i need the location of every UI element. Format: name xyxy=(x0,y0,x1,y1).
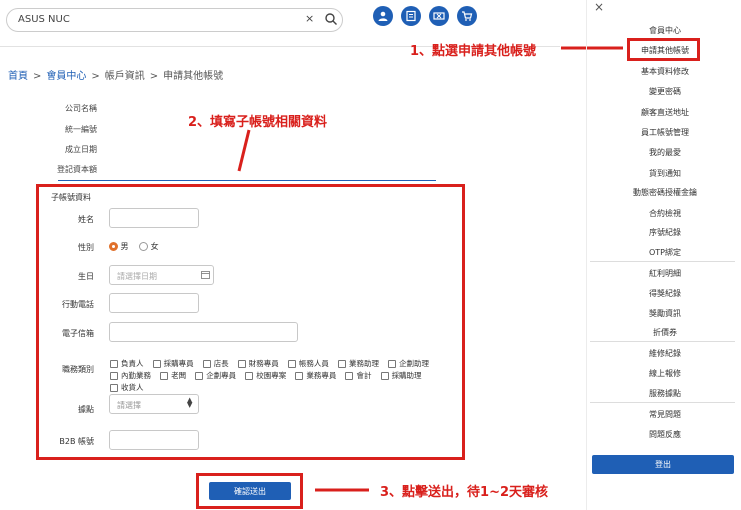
sidebar-item-awards[interactable]: 得獎紀錄 xyxy=(590,288,740,299)
sidebar-item-contracts[interactable]: 合約檢視 xyxy=(590,208,740,219)
gender-radio-group: 男 女 xyxy=(109,241,159,252)
sidebar-item-rewards[interactable]: 獎勵資訊 xyxy=(590,308,740,319)
sidebar-item-service-locations[interactable]: 服務據點 xyxy=(590,388,740,399)
info-divider xyxy=(58,180,436,181)
sidebar-item-feedback[interactable]: 問題反應 xyxy=(590,429,740,440)
chevron-right-icon: > xyxy=(149,71,159,82)
sidebar-item-otp-bind[interactable]: OTP綁定 xyxy=(590,247,740,258)
job-checkbox[interactable]: 校園專案 xyxy=(245,371,286,380)
birthday-label: 生日 xyxy=(78,272,94,281)
job-checkbox[interactable]: 收貨人 xyxy=(110,383,144,392)
mobile-label: 行動電話 xyxy=(62,300,94,309)
sidebar-item-otp-key[interactable]: 動態密碼授權金鑰 xyxy=(590,187,740,198)
step3-annotation: 3、點擊送出，待1~2天審核 xyxy=(380,485,549,500)
form-title: 子帳號資料 xyxy=(51,193,91,202)
male-label: 男 xyxy=(120,242,129,251)
chevron-right-icon: > xyxy=(91,71,100,82)
document-icon[interactable] xyxy=(401,6,421,26)
step2-arrow xyxy=(237,129,251,172)
location-label: 據點 xyxy=(78,405,94,414)
search-input[interactable]: ASUS NUC xyxy=(18,14,70,25)
coupon-icon[interactable] xyxy=(429,6,449,26)
sidebar-item-bonus[interactable]: 紅利明細 xyxy=(590,268,740,279)
b2b-input[interactable] xyxy=(109,430,199,450)
breadcrumb-current: 申請其他帳號 xyxy=(163,71,224,82)
checkbox-icon[interactable] xyxy=(110,384,118,392)
job-options-row2: 內勤業務 老闆 企劃專員 校園專案 業務專員 會計 採購助理 xyxy=(110,363,422,382)
cart-icon[interactable] xyxy=(457,6,477,26)
sidebar-divider xyxy=(590,261,735,262)
job-options-row3: 收貨人 xyxy=(110,375,144,394)
birthday-placeholder: 請選擇日期 xyxy=(117,272,157,281)
job-checkbox[interactable]: 會計 xyxy=(345,371,371,380)
tax-id-label: 統一編號 xyxy=(65,125,97,134)
sidebar-border xyxy=(586,0,587,510)
job-category-label: 職務類別 xyxy=(62,365,94,374)
checkbox-icon[interactable] xyxy=(295,372,304,380)
sort-caret-icon: ▲ ▼ xyxy=(187,396,193,409)
checkbox-icon[interactable] xyxy=(380,372,389,380)
capital-label: 登記資本額 xyxy=(57,165,97,174)
sidebar-divider xyxy=(590,341,735,342)
job-checkbox[interactable]: 老闆 xyxy=(160,371,186,380)
male-radio[interactable] xyxy=(109,242,118,251)
checkbox-icon[interactable] xyxy=(160,372,169,380)
step1-annotation: 1、點選申請其他帳號 xyxy=(410,44,537,59)
name-label: 姓名 xyxy=(78,215,94,224)
user-icon[interactable] xyxy=(373,6,393,26)
step3-connector xyxy=(315,488,369,492)
submit-button[interactable]: 確認送出 xyxy=(209,482,291,500)
email-input[interactable] xyxy=(109,322,298,342)
logout-button[interactable]: 登出 xyxy=(592,455,734,474)
search-icon[interactable] xyxy=(324,12,338,26)
sidebar-divider xyxy=(590,402,735,403)
breadcrumb-account-info: 帳戶資訊 xyxy=(104,71,145,82)
sidebar-item-stock-notify[interactable]: 貨到通知 xyxy=(590,168,740,179)
company-name-label: 公司名稱 xyxy=(65,104,97,113)
close-icon[interactable]: × xyxy=(594,0,604,14)
job-checkbox[interactable]: 業務專員 xyxy=(295,371,336,380)
job-checkbox[interactable]: 企劃專員 xyxy=(195,371,236,380)
female-label: 女 xyxy=(150,242,159,251)
sidebar-item-faq[interactable]: 常見問題 xyxy=(590,409,740,420)
clear-icon[interactable]: × xyxy=(305,12,314,25)
checkbox-icon[interactable] xyxy=(345,372,354,380)
sidebar-item-coupons[interactable]: 折價券 xyxy=(590,327,740,338)
sidebar-item-shipping-address[interactable]: 顧客直送地址 xyxy=(590,107,740,118)
sidebar-item-online-repair[interactable]: 線上報修 xyxy=(590,368,740,379)
job-checkbox[interactable]: 採購助理 xyxy=(380,371,422,380)
name-input[interactable] xyxy=(109,208,199,228)
step2-annotation: 2、填寫子帳號相關資料 xyxy=(188,115,328,130)
sidebar-item-favorites[interactable]: 我的最愛 xyxy=(590,147,740,158)
chevron-right-icon: > xyxy=(33,71,42,82)
female-radio[interactable] xyxy=(139,242,149,251)
breadcrumb-member-center[interactable]: 會員中心 xyxy=(46,71,86,82)
sidebar-item-change-password[interactable]: 變更密碼 xyxy=(590,86,740,97)
calendar-icon[interactable] xyxy=(201,270,210,279)
location-placeholder: 請選擇 xyxy=(117,401,141,410)
breadcrumb-home[interactable]: 首頁 xyxy=(8,71,28,82)
sidebar-item-serials[interactable]: 序號紀錄 xyxy=(590,227,740,238)
b2b-label: B2B 帳號 xyxy=(59,437,94,446)
mobile-input[interactable] xyxy=(109,293,199,313)
breadcrumb: 首頁 > 會員中心 > 帳戶資訊 > 申請其他帳號 xyxy=(8,67,223,82)
checkbox-icon[interactable] xyxy=(245,372,254,380)
sidebar-item-repair-records[interactable]: 維修紀錄 xyxy=(590,348,740,359)
sidebar-item-edit-profile[interactable]: 基本資料修改 xyxy=(590,66,740,77)
gender-label: 性別 xyxy=(78,243,94,252)
checkbox-icon[interactable] xyxy=(195,372,204,380)
sidebar-item-member-center[interactable]: 會員中心 xyxy=(590,25,740,36)
email-label: 電子信箱 xyxy=(62,329,94,338)
founded-date-label: 成立日期 xyxy=(65,145,97,154)
sidebar-highlight-box xyxy=(627,38,700,61)
sidebar-item-staff-accounts[interactable]: 員工帳號管理 xyxy=(590,127,740,138)
